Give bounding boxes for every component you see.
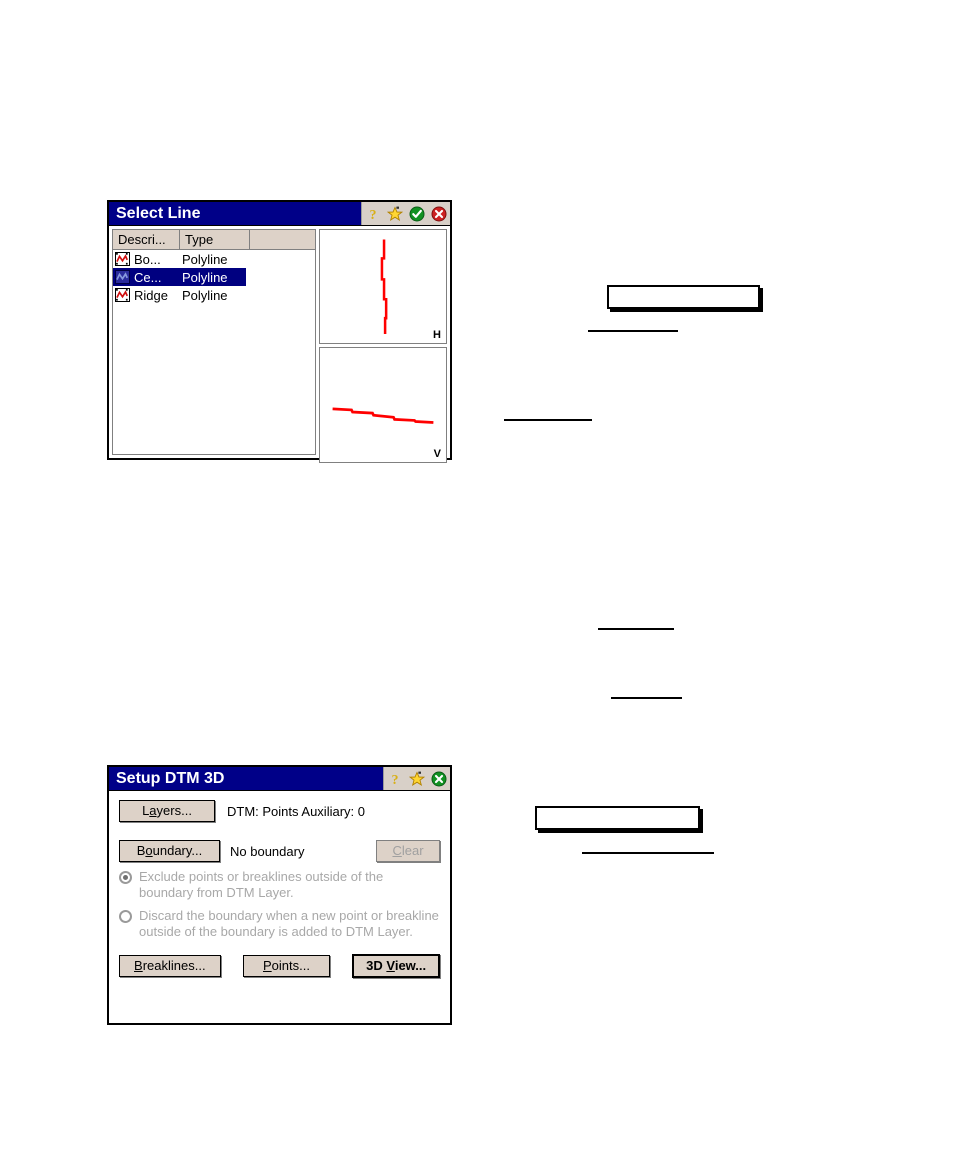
- boundary-status-label: No boundary: [230, 843, 305, 859]
- select-line-titlebar-icons: ?: [361, 202, 450, 225]
- vertical-preview[interactable]: V: [319, 347, 447, 463]
- preview-label-h: H: [433, 329, 441, 342]
- callout-box-bottom: [535, 806, 700, 830]
- setup-dtm-titlebar: Setup DTM 3D ?: [109, 767, 450, 791]
- boundary-row: Boundary... No boundary Clear: [119, 840, 440, 862]
- radio-mark-discard[interactable]: [119, 910, 132, 923]
- select-line-dialog: Select Line ? Descri... Type Bo... Polyl…: [107, 200, 452, 463]
- line-list[interactable]: Descri... Type Bo... Polyline Ce... Poly…: [112, 229, 316, 455]
- callout-rule-3: [598, 628, 674, 630]
- close-x-icon[interactable]: [431, 771, 447, 787]
- layers-row: Layers... DTM: Points Auxiliary: 0: [119, 800, 440, 822]
- select-line-title: Select Line: [116, 205, 201, 222]
- setup-dtm-title: Setup DTM 3D: [116, 770, 225, 787]
- svg-text:?: ?: [392, 773, 399, 787]
- layers-button[interactable]: Layers...: [119, 800, 215, 822]
- preview-label-v: V: [433, 447, 441, 460]
- table-row[interactable]: Bo... Polyline: [113, 250, 315, 268]
- help-icon[interactable]: ?: [387, 771, 403, 788]
- row-type: Polyline: [182, 251, 228, 267]
- callout-box-top: [607, 285, 760, 309]
- close-x-icon[interactable]: [431, 206, 447, 222]
- setup-dtm-body: Layers... DTM: Points Auxiliary: 0 Bound…: [109, 791, 450, 1023]
- callout-rule-1: [588, 330, 678, 332]
- bottom-button-row: Breaklines... Points... 3D View...: [119, 954, 440, 978]
- exclude-points-radio[interactable]: Exclude points or breaklines outside of …: [119, 869, 440, 901]
- clear-button[interactable]: Clear: [376, 840, 440, 862]
- boundary-button[interactable]: Boundary...: [119, 840, 220, 862]
- breaklines-button[interactable]: Breaklines...: [119, 955, 221, 977]
- table-row[interactable]: Ridge Polyline: [113, 286, 315, 304]
- points-button[interactable]: Points...: [242, 955, 331, 977]
- polyline-icon: [115, 252, 130, 266]
- radio-mark-exclude[interactable]: [119, 871, 132, 884]
- row-type: Polyline: [182, 287, 228, 303]
- setup-dtm-titlebar-icons: ?: [383, 767, 450, 790]
- column-header-type[interactable]: Type: [180, 230, 250, 249]
- setup-dtm-3d-dialog: Setup DTM 3D ? Layers... DTM: Points Aux…: [107, 765, 452, 1025]
- favorites-star-icon[interactable]: [408, 770, 426, 787]
- select-line-titlebar: Select Line ?: [109, 202, 450, 226]
- ok-check-icon[interactable]: [409, 206, 425, 222]
- help-icon[interactable]: ?: [365, 206, 381, 223]
- row-type: Polyline: [182, 269, 228, 285]
- line-previews: H V: [319, 229, 447, 463]
- row-description: Bo...: [134, 251, 161, 267]
- table-row[interactable]: Ce... Polyline: [113, 268, 246, 286]
- callout-rule-2: [504, 419, 592, 421]
- callout-rule-4: [611, 697, 682, 699]
- view-3d-button[interactable]: 3D View...: [352, 954, 440, 978]
- column-header-description[interactable]: Descri...: [113, 230, 180, 249]
- row-description: Ce...: [134, 269, 162, 285]
- polyline-icon: [115, 270, 130, 284]
- polyline-icon: [115, 288, 130, 302]
- horizontal-preview[interactable]: H: [319, 229, 447, 345]
- layers-status-label: DTM: Points Auxiliary: 0: [227, 803, 365, 819]
- select-line-body: Descri... Type Bo... Polyline Ce... Poly…: [109, 226, 450, 463]
- discard-boundary-radio[interactable]: Discard the boundary when a new point or…: [119, 908, 440, 940]
- line-list-rows: Bo... Polyline Ce... Polyline Ridge Poly…: [113, 250, 315, 454]
- row-description: Ridge: [134, 287, 168, 303]
- discard-boundary-radio-label: Discard the boundary when a new point or…: [139, 908, 439, 939]
- favorites-star-icon[interactable]: [386, 205, 404, 222]
- callout-rule-5: [582, 852, 714, 854]
- column-header-blank[interactable]: [250, 230, 315, 249]
- line-list-header: Descri... Type: [113, 230, 315, 250]
- svg-text:?: ?: [370, 208, 377, 222]
- exclude-points-radio-label: Exclude points or breaklines outside of …: [139, 869, 384, 900]
